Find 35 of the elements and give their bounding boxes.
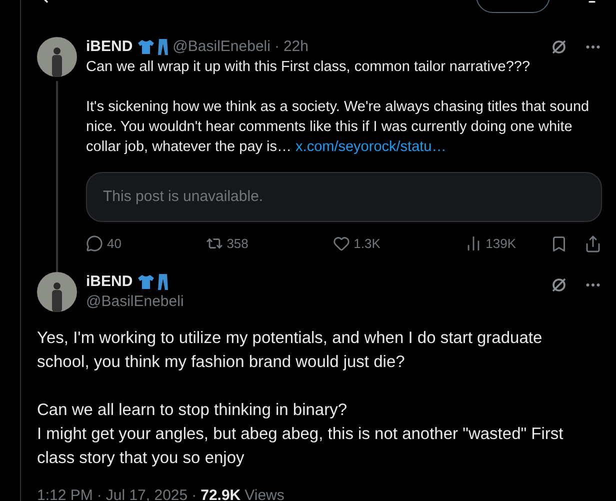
- post-time[interactable]: 22h: [283, 37, 308, 57]
- unavailable-quote: This post is unavailable.: [86, 172, 602, 222]
- jeans-icon: [156, 272, 169, 290]
- post-text: Yes, I'm working to utilize my potentials, and when I do start graduate school, you think my fashion brand would just die?: [37, 328, 544, 372]
- shirt-icon: [136, 274, 155, 290]
- separator-dot: ·: [192, 486, 197, 501]
- like-button[interactable]: 1.3K: [332, 234, 380, 254]
- post-text: It's sickening how we think as a society. We're always chasing titles that sound nice. You wouldn't hear comments like this if I was currently doing one white collar job, whatever the pay is… x.com/seyorock/statu…: [86, 98, 590, 157]
- person-silhouette-icon: [50, 282, 64, 312]
- user-handle[interactable]: @BasilEnebeli: [86, 292, 184, 312]
- heart-icon: [332, 235, 350, 252]
- shirt-icon: [136, 39, 155, 55]
- person-silhouette-icon: [50, 47, 64, 77]
- separator-dot: ·: [96, 486, 102, 501]
- reply-button[interactable]: 40: [86, 234, 122, 254]
- slashed-circle-icon[interactable]: [550, 276, 568, 294]
- post-time[interactable]: 1:12 PM: [37, 484, 93, 501]
- speech-bubble-icon: [86, 235, 103, 252]
- views-label: Views: [244, 486, 284, 501]
- post-link[interactable]: x.com/seyorock/statu…: [296, 139, 446, 155]
- post-text: Can we all learn to stop thinking in binary? I might get your angles, but abeg abeg, this is not another "wasted" First class story that you so enjoy: [37, 400, 564, 468]
- avatar[interactable]: [37, 37, 77, 77]
- user-handle[interactable]: @BasilEnebeli: [172, 37, 270, 57]
- avatar[interactable]: [37, 272, 77, 312]
- jeans-icon: [156, 38, 169, 56]
- repost-button[interactable]: 358: [206, 234, 248, 254]
- bookmark-icon[interactable]: [550, 234, 568, 253]
- display-name[interactable]: iBEND: [86, 272, 133, 292]
- view-count: 72.9K: [200, 486, 241, 501]
- slashed-circle-icon[interactable]: [550, 38, 568, 56]
- views-button[interactable]: 139K: [464, 234, 516, 254]
- display-name[interactable]: iBEND: [86, 37, 133, 57]
- separator-dot: ·: [274, 37, 280, 57]
- share-icon[interactable]: [584, 234, 602, 253]
- post-text: Can we all wrap it up with this First class, common tailor narrative???: [86, 58, 532, 77]
